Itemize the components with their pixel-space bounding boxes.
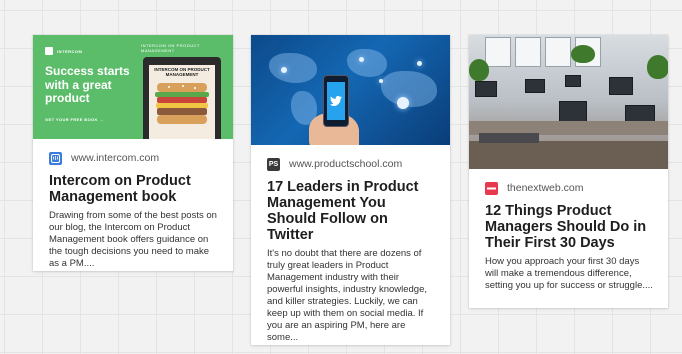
card-source: thenextweb.com (485, 179, 654, 197)
office-window (545, 37, 571, 67)
thumbnail-hero-text: Success starts with a great product (45, 64, 130, 105)
map-continent (381, 71, 437, 107)
map-node (359, 57, 364, 62)
link-card-intercom[interactable]: INTERCOM INTERCOM ON PRODUCT MANAGEMENT … (33, 35, 233, 271)
book-title: INTERCOM ON PRODUCT MANAGEMENT (154, 67, 210, 77)
office-desk (469, 141, 668, 169)
intercom-logo-icon (49, 151, 62, 165)
card-description: How you approach your first 30 days will… (485, 256, 653, 291)
twitter-bird-icon (327, 82, 345, 120)
office-monitor (475, 81, 497, 97)
map-node (397, 97, 409, 109)
thenextweb-logo-icon (485, 181, 498, 195)
card-title[interactable]: Intercom on Product Management book (49, 173, 219, 205)
plant-image (647, 55, 668, 79)
office-monitor (609, 77, 633, 95)
thumbnail-cta: GET YOUR FREE BOOK → (45, 117, 104, 122)
office-monitor (525, 79, 545, 93)
card-title[interactable]: 12 Things Product Managers Should Do in … (485, 203, 654, 251)
card-domain: www.intercom.com (71, 152, 160, 164)
office-window (485, 37, 511, 67)
card-domain: thenextweb.com (507, 182, 584, 194)
office-window (515, 37, 541, 67)
office-monitor (565, 75, 581, 87)
intercom-logo-icon (45, 47, 53, 55)
card-source: PS www.productschool.com (267, 155, 436, 173)
productschool-logo-icon: PS (267, 157, 280, 171)
book-tablet-image: INTERCOM ON PRODUCT MANAGEMENT (143, 57, 221, 139)
link-card-productschool[interactable]: PS www.productschool.com 17 Leaders in P… (251, 35, 450, 345)
card-description: It's no doubt that there are dozens of t… (267, 248, 428, 343)
intercom-logo: INTERCOM (45, 47, 82, 55)
card-thumbnail (469, 35, 668, 169)
map-node (417, 61, 422, 66)
map-continent (269, 53, 317, 83)
book-cover: INTERCOM ON PRODUCT MANAGEMENT (149, 65, 215, 139)
card-description: Drawing from some of the best posts on o… (49, 210, 217, 269)
card-source: www.intercom.com (49, 149, 219, 167)
card-title[interactable]: 17 Leaders in Product Management You Sho… (267, 179, 436, 243)
link-card-thenextweb[interactable]: thenextweb.com 12 Things Product Manager… (469, 35, 668, 308)
plant-image (469, 59, 489, 81)
smartphone-image (323, 75, 349, 127)
map-node (379, 79, 383, 83)
plant-image (571, 45, 595, 63)
card-thumbnail (251, 35, 450, 145)
map-continent (347, 49, 387, 77)
card-domain: www.productschool.com (289, 158, 403, 170)
office-chair (479, 133, 539, 143)
thumbnail-heading: INTERCOM ON PRODUCT MANAGEMENT (141, 43, 200, 53)
map-node (281, 67, 287, 73)
card-thumbnail: INTERCOM INTERCOM ON PRODUCT MANAGEMENT … (33, 35, 233, 139)
office-monitor (559, 101, 587, 123)
intercom-brand-text: INTERCOM (57, 48, 83, 54)
